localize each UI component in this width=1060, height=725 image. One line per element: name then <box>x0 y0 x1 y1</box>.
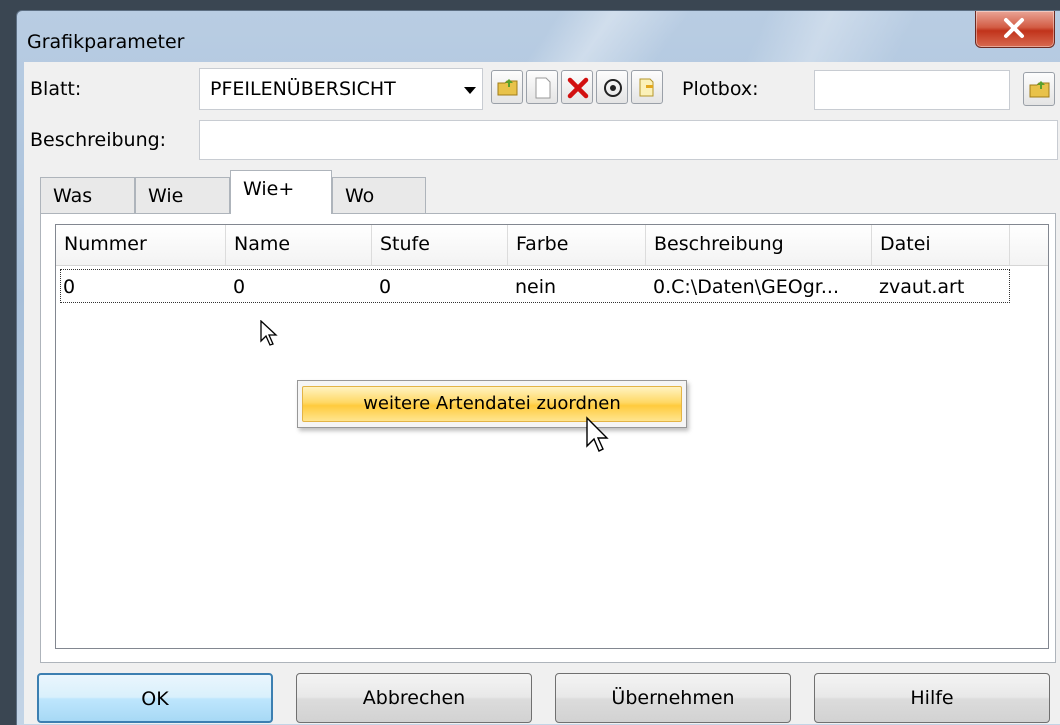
tab-wie[interactable]: Wie <box>135 177 230 213</box>
blatt-label: Blatt: <box>30 78 82 100</box>
context-menu: weitere Artendatei zuordnen <box>297 380 687 428</box>
close-icon <box>1004 18 1024 38</box>
help-button[interactable]: Hilfe <box>814 673 1050 723</box>
cell-beschreibung: 0.C:\Daten\GEOgr... <box>653 276 839 298</box>
column-header-stufe[interactable]: Stufe <box>372 225 508 265</box>
cell-datei: zvaut.art <box>879 276 965 298</box>
mouse-cursor-icon <box>260 320 278 346</box>
copy-sheet-button[interactable] <box>631 70 663 104</box>
tab-wie-label: Wie <box>148 185 184 207</box>
ok-button[interactable]: OK <box>37 673 273 723</box>
new-sheet-button[interactable] <box>526 70 558 104</box>
mouse-cursor-icon <box>586 416 609 452</box>
cancel-button[interactable]: Abbrechen <box>296 673 532 723</box>
plotbox-label: Plotbox: <box>682 78 759 100</box>
open-folder-icon <box>1029 81 1050 98</box>
tab-wo-label: Wo <box>345 185 375 207</box>
add-circle-icon <box>604 79 622 97</box>
blatt-value: PFEILENÜBERSICHT <box>210 78 396 100</box>
chevron-down-icon[interactable] <box>464 87 476 94</box>
column-header-farbe[interactable]: Farbe <box>508 225 646 265</box>
close-button[interactable] <box>975 11 1055 48</box>
tab-was[interactable]: Was <box>40 177 135 213</box>
cell-farbe: nein <box>515 276 557 298</box>
column-header-datei[interactable]: Datei <box>872 225 1010 265</box>
new-page-icon <box>535 77 551 99</box>
entries-list[interactable]: Nummer Name Stufe Farbe Beschreibung Dat… <box>55 224 1049 649</box>
copy-icon <box>639 78 654 97</box>
add-button[interactable] <box>596 70 628 104</box>
blatt-combobox[interactable]: PFEILENÜBERSICHT <box>199 68 483 110</box>
open-sheet-button[interactable] <box>491 70 523 104</box>
tab-wo[interactable]: Wo <box>332 177 426 213</box>
beschreibung-label: Beschreibung: <box>30 129 167 151</box>
open-folder-icon <box>497 79 518 96</box>
tab-wie-plus[interactable]: Wie+ <box>230 170 332 214</box>
apply-button[interactable]: Übernehmen <box>555 673 791 723</box>
window-title: Grafikparameter <box>27 31 185 53</box>
cell-name: 0 <box>233 276 246 298</box>
list-header: Nummer Name Stufe Farbe Beschreibung Dat… <box>56 225 1048 266</box>
plotbox-open-button[interactable] <box>1023 72 1055 106</box>
column-header-name[interactable]: Name <box>226 225 372 265</box>
tab-was-label: Was <box>53 185 93 207</box>
beschreibung-input[interactable] <box>199 120 1058 160</box>
tab-wie-plus-label: Wie+ <box>243 178 295 200</box>
cell-nummer: 0 <box>63 276 76 298</box>
column-header-nummer[interactable]: Nummer <box>56 225 226 265</box>
table-row[interactable]: 0 0 0 nein 0.C:\Daten\GEOgr... zvaut.art <box>60 269 1010 303</box>
column-header-beschreibung[interactable]: Beschreibung <box>646 225 872 265</box>
tab-panel: Nummer Name Stufe Farbe Beschreibung Dat… <box>40 213 1056 663</box>
delete-sheet-button[interactable] <box>561 70 593 104</box>
delete-icon <box>567 77 589 99</box>
dialog-client-area: Blatt: PFEILENÜBERSICHT Plotbox: Beschre… <box>24 62 1060 724</box>
cell-stufe: 0 <box>379 276 392 298</box>
menu-item-artendatei-zuordnen[interactable]: weitere Artendatei zuordnen <box>302 386 682 422</box>
plotbox-input[interactable] <box>814 70 1010 110</box>
